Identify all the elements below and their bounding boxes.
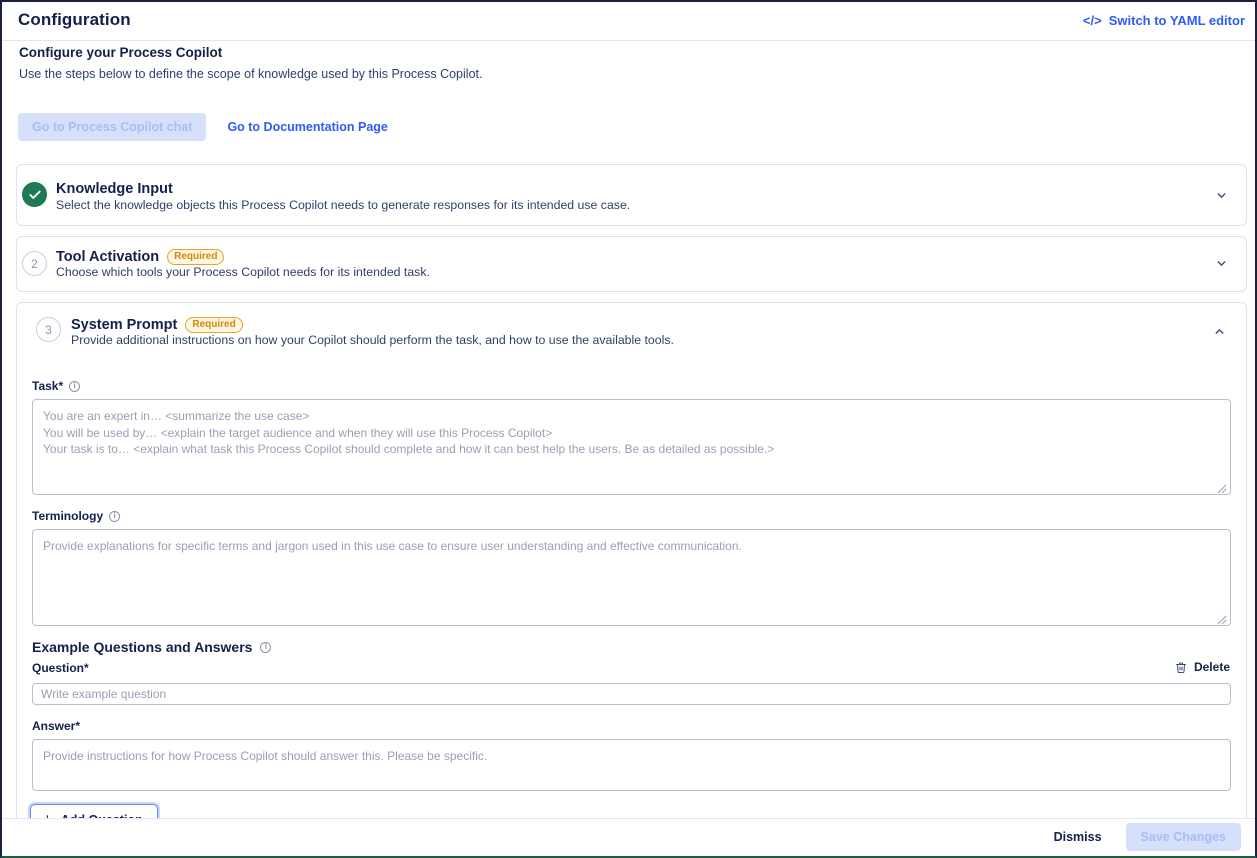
delete-question-label: Delete (1193, 660, 1230, 674)
page-header: Configuration </> Switch to YAML editor (2, 2, 1255, 41)
intro-title: Configure your Process Copilot (19, 45, 223, 60)
intro-action-row: Go to Process Copilot chat Go to Documen… (18, 113, 388, 141)
go-to-documentation-page-link[interactable]: Go to Documentation Page (227, 120, 387, 134)
question-label: Question* (32, 661, 89, 675)
section-description-knowledge-input: Select the knowledge objects this Proces… (56, 198, 631, 212)
answer-label-text: Answer* (32, 719, 81, 733)
page-title: Configuration (18, 10, 131, 29)
save-changes-button[interactable]: Save Changes (1125, 822, 1241, 851)
step-number-text-2: 2 (31, 256, 38, 271)
step-number-badge-3: 3 (36, 317, 61, 342)
terminology-label-text: Terminology (32, 509, 104, 523)
chevron-down-icon-1[interactable] (1209, 183, 1233, 207)
go-to-process-copilot-chat-button[interactable]: Go to Process Copilot chat (18, 113, 207, 141)
section-knowledge-input[interactable] (16, 164, 1247, 226)
switch-to-yaml-editor-label: Switch to YAML editor (1108, 13, 1245, 28)
delete-question-button[interactable]: Delete (1175, 660, 1230, 674)
footer-action-bar: Dismiss Save Changes (2, 818, 1255, 854)
step-complete-icon-1 (22, 182, 47, 207)
answer-textarea[interactable] (32, 739, 1231, 791)
step-number-text-3: 3 (45, 322, 52, 337)
required-badge-3: Required (185, 317, 243, 333)
required-badge-2: Required (167, 249, 225, 265)
example-questions-heading: Example Questions and Answers i (32, 639, 272, 655)
section-header-knowledge-input[interactable] (17, 165, 1246, 225)
section-title-system-prompt: System Prompt Required (71, 317, 243, 333)
step-number-badge-2: 2 (22, 251, 47, 276)
intro-subtitle: Use the steps below to define the scope … (19, 67, 483, 81)
info-icon-terminology[interactable]: i (109, 510, 121, 522)
switch-to-yaml-editor-link[interactable]: </> Switch to YAML editor (1083, 13, 1245, 28)
info-icon-examples[interactable]: i (260, 641, 272, 653)
section-title-text-2: Tool Activation (56, 249, 160, 265)
task-textarea[interactable] (32, 399, 1231, 495)
task-label: Task* i (32, 379, 81, 393)
section-title-tool-activation: Tool Activation Required (56, 249, 225, 265)
question-label-text: Question* (32, 661, 89, 675)
section-title-text-1: Knowledge Input (56, 181, 173, 197)
terminology-label: Terminology i (32, 509, 121, 523)
terminology-textarea[interactable] (32, 529, 1231, 626)
trash-icon (1175, 662, 1186, 673)
section-description-system-prompt: Provide additional instructions on how y… (71, 333, 674, 347)
configuration-page: Configuration </> Switch to YAML editor … (0, 0, 1257, 858)
chevron-up-icon-3[interactable] (1207, 319, 1231, 343)
task-label-text: Task* (32, 379, 64, 393)
section-description-tool-activation: Choose which tools your Process Copilot … (56, 265, 430, 279)
info-icon-task[interactable]: i (69, 380, 81, 392)
answer-label: Answer* (32, 719, 80, 733)
chevron-down-icon-2[interactable] (1209, 251, 1233, 275)
section-title-knowledge-input: Knowledge Input (56, 181, 173, 197)
dismiss-button[interactable]: Dismiss (1046, 824, 1110, 850)
code-icon: </> (1082, 13, 1102, 28)
section-title-text-3: System Prompt (71, 317, 178, 333)
question-input[interactable] (32, 683, 1231, 705)
example-questions-heading-text: Example Questions and Answers (32, 639, 253, 655)
